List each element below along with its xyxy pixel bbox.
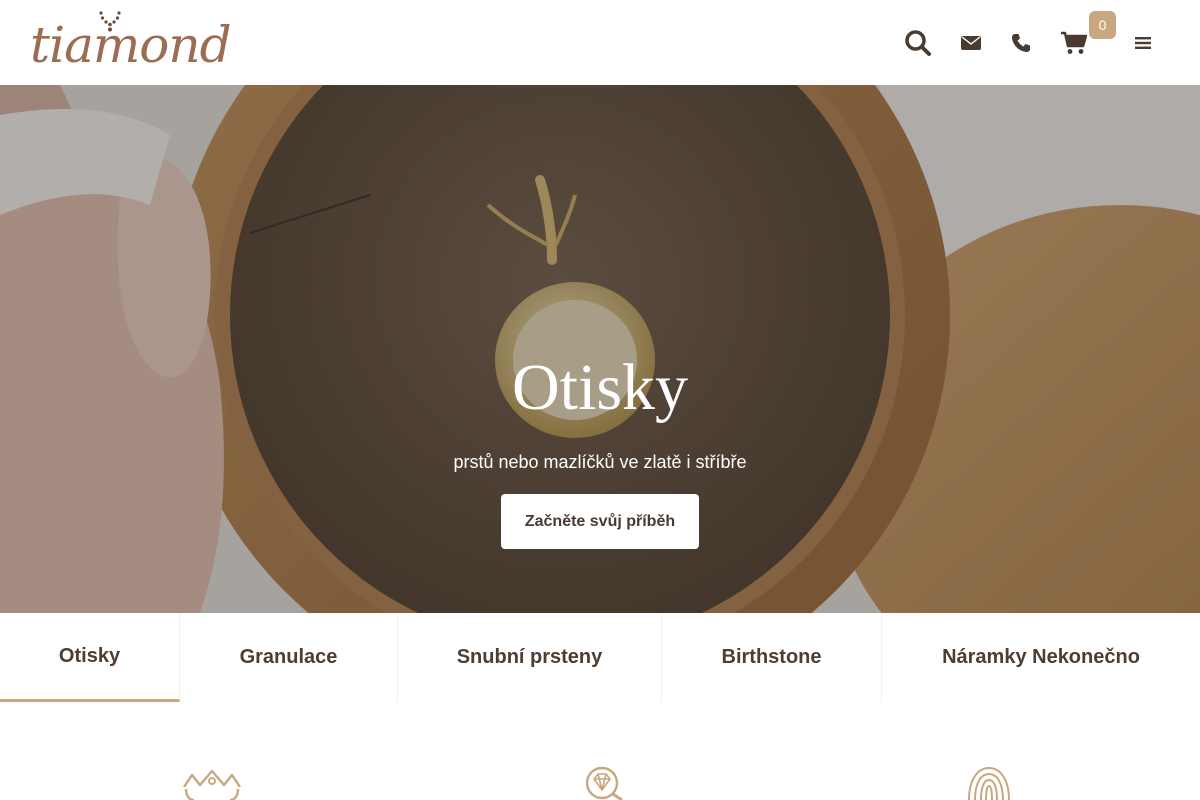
- phone-icon[interactable]: [1008, 26, 1034, 60]
- hamburger-menu-icon[interactable]: [1130, 26, 1156, 60]
- site-header: tiamond 0: [0, 0, 1200, 85]
- crown-icon: [183, 769, 241, 800]
- mail-icon[interactable]: [958, 26, 984, 60]
- tab-granulace[interactable]: Granulace: [180, 613, 398, 702]
- hero-banner: Otisky prstů nebo mazlíčků ve zlatě i st…: [0, 85, 1200, 613]
- start-story-button[interactable]: Začněte svůj příběh: [501, 494, 699, 549]
- hero-title: Otisky: [511, 351, 689, 424]
- hero-subtitle: prstů nebo mazlíčků ve zlatě i stříbře: [453, 452, 747, 472]
- tab-naramky-nekonecno[interactable]: Náramky Nekonečno: [882, 613, 1200, 702]
- fingerprint-icon: [968, 766, 1010, 800]
- tab-otisky[interactable]: Otisky: [0, 613, 180, 702]
- logo-text: tiamond: [30, 16, 232, 74]
- logo[interactable]: tiamond: [30, 10, 232, 78]
- tab-snubni-prsteny[interactable]: Snubní prsteny: [398, 613, 662, 702]
- cart-icon[interactable]: [1058, 26, 1090, 60]
- diamond-search-icon: [585, 766, 623, 800]
- tab-birthstone[interactable]: Birthstone: [662, 613, 882, 702]
- search-icon[interactable]: [902, 26, 934, 60]
- category-tabs: Otisky Granulace Snubní prsteny Birthsto…: [0, 613, 1200, 703]
- cart-count-badge: 0: [1089, 11, 1116, 39]
